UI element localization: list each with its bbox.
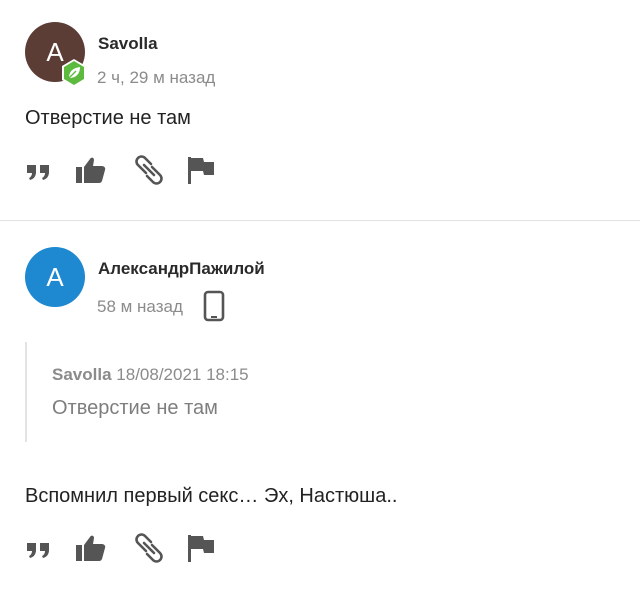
link-button[interactable] xyxy=(133,532,165,564)
comment-author[interactable]: Savolla xyxy=(98,34,158,54)
link-button[interactable] xyxy=(133,154,165,186)
leaf-badge-icon xyxy=(59,58,89,88)
quote-date: 18/08/2021 18:15 xyxy=(116,365,249,384)
quote-author: Savolla xyxy=(52,365,112,384)
flag-icon xyxy=(188,157,214,184)
comment-2: A АлександрПажилой 58 м назад Savolla 18… xyxy=(0,221,640,597)
comment-1: A Savolla 2 ч, 29 м назад Отверстие не т… xyxy=(0,0,640,220)
link-icon xyxy=(135,533,163,563)
quote-button[interactable] xyxy=(25,154,57,186)
quote-button[interactable] xyxy=(25,532,57,564)
quote-icon xyxy=(27,165,49,180)
flag-button[interactable] xyxy=(185,154,217,186)
quote-icon xyxy=(27,543,49,558)
like-button[interactable] xyxy=(75,154,107,186)
flag-button[interactable] xyxy=(185,532,217,564)
comment-actions xyxy=(25,532,245,564)
comment-actions xyxy=(25,154,245,186)
comment-author[interactable]: АлександрПажилой xyxy=(98,259,265,279)
mobile-phone-icon xyxy=(203,290,225,322)
quoted-comment[interactable]: Savolla 18/08/2021 18:15 Отверстие не та… xyxy=(25,342,425,442)
like-button[interactable] xyxy=(75,532,107,564)
thumbs-up-icon xyxy=(76,157,106,183)
quote-meta: Savolla 18/08/2021 18:15 xyxy=(52,365,249,385)
thumbs-up-icon xyxy=(76,535,106,561)
avatar[interactable]: A xyxy=(25,247,85,307)
comment-timestamp[interactable]: 58 м назад xyxy=(97,297,183,317)
flag-icon xyxy=(188,535,214,562)
comment-timestamp[interactable]: 2 ч, 29 м назад xyxy=(97,68,215,88)
link-icon xyxy=(135,155,163,185)
quote-text: Отверстие не там xyxy=(52,397,218,419)
comment-text: Отверстие не там xyxy=(25,107,191,129)
comment-text: Вспомнил первый секс… Эх, Настюша.. xyxy=(25,485,398,507)
